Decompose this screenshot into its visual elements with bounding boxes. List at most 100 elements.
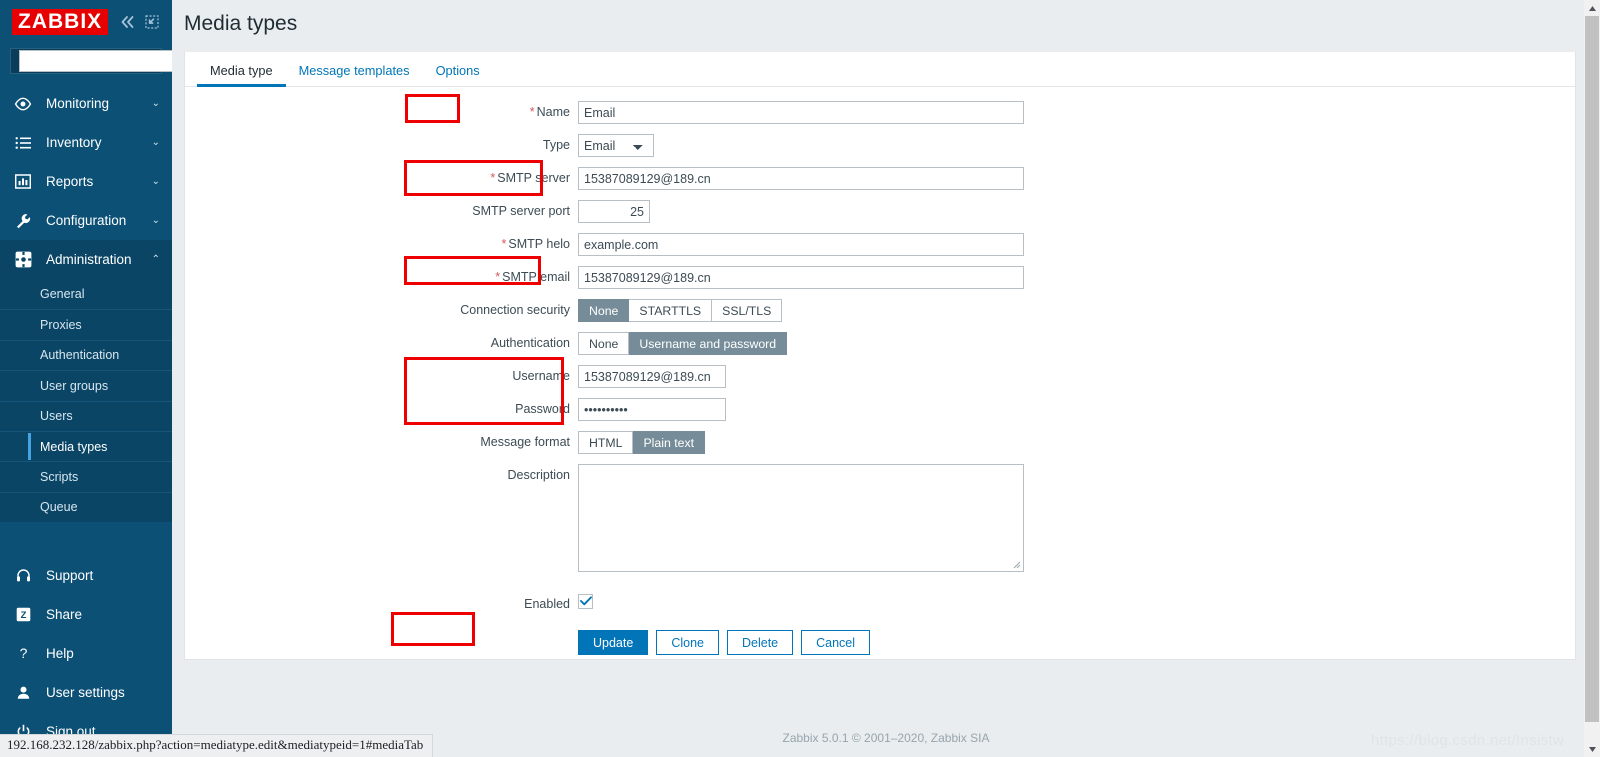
smtp-email-input[interactable] (578, 266, 1024, 289)
sidebar-item-configuration[interactable]: Configuration ⌄ (0, 201, 172, 240)
name-input[interactable] (578, 101, 1024, 124)
sidebar-item-user-groups[interactable]: User groups (0, 370, 172, 400)
required-asterisk: * (501, 237, 507, 251)
control-name (578, 101, 1575, 124)
sidebar: ZABBIX Monitoring ⌄ Inventory ⌄ Reports … (0, 0, 207, 757)
clone-button[interactable]: Clone (656, 630, 719, 655)
tab-options[interactable]: Options (423, 64, 493, 86)
required-asterisk: * (490, 171, 496, 185)
segment-label: STARTTLS (639, 303, 702, 318)
sidebar-item-label: Inventory (46, 135, 102, 150)
sidebar-item-users[interactable]: Users (0, 400, 172, 431)
form-row-smtp-helo: * SMTP helo (185, 233, 1575, 256)
label-type: Type (185, 134, 578, 153)
connection-security-option-none[interactable]: None (578, 299, 630, 322)
sidebar-subitem-label: User groups (40, 378, 109, 393)
smtp-helo-input[interactable] (578, 233, 1024, 256)
search-box[interactable] (10, 48, 207, 74)
sidebar-item-label: Share (46, 607, 83, 622)
label-text: SMTP email (502, 270, 570, 284)
zabbix-logo: ZABBIX (12, 9, 109, 35)
sidebar-item-share[interactable]: Z Share (0, 595, 172, 634)
password-input[interactable] (578, 398, 726, 421)
label-smtp-server: * SMTP server (185, 167, 578, 186)
sidebar-item-queue[interactable]: Queue (0, 491, 172, 522)
sidebar-item-proxies[interactable]: Proxies (0, 309, 172, 339)
tab-message-templates[interactable]: Message templates (286, 64, 423, 86)
label-enabled: Enabled (185, 593, 578, 612)
form-row-actions: Update Clone Delete Cancel (185, 628, 1575, 655)
collapse-panel-icon[interactable] (145, 15, 159, 29)
cancel-button[interactable]: Cancel (801, 630, 871, 655)
smtp-server-input[interactable] (578, 167, 1024, 190)
label-text: SMTP helo (508, 237, 570, 251)
sidebar-item-reports[interactable]: Reports ⌄ (0, 162, 172, 201)
description-textarea[interactable] (578, 464, 1024, 572)
label-text: Password (515, 402, 570, 416)
label-smtp-server-port: SMTP server port (185, 200, 578, 219)
svg-text:?: ? (19, 646, 27, 661)
form-row-username: Username (185, 365, 1575, 388)
sidebar-item-scripts[interactable]: Scripts (0, 461, 172, 491)
search-input[interactable] (19, 50, 192, 72)
label-text: Connection security (460, 303, 570, 317)
control-description (578, 464, 1575, 577)
form-row-smtp-server-port: SMTP server port (185, 200, 1575, 223)
sidebar-item-general[interactable]: General (0, 279, 172, 309)
enabled-checkbox[interactable] (578, 593, 593, 609)
connection-security-option-starttls[interactable]: STARTTLS (629, 299, 713, 322)
delete-button[interactable]: Delete (726, 630, 794, 655)
control-smtp-email (578, 266, 1575, 289)
sidebar-item-inventory[interactable]: Inventory ⌄ (0, 123, 172, 162)
message-format-option-html[interactable]: HTML (578, 431, 634, 454)
label-message-format: Message format (185, 431, 578, 450)
label-text: Message format (480, 435, 570, 449)
status-bar-url: 192.168.232.128/zabbix.php?action=mediat… (0, 734, 434, 757)
sidebar-subitem-label: General (40, 287, 85, 302)
sidebar-item-help[interactable]: ? Help (0, 634, 172, 673)
sidebar-item-support[interactable]: Support (0, 556, 172, 595)
message-format-option-plain-text[interactable]: Plain text (633, 431, 706, 454)
segment-label: HTML (589, 435, 623, 450)
sidebar-search-wrapper (0, 44, 207, 84)
sidebar-item-media-types[interactable]: Media types (0, 430, 172, 461)
smtp-server-port-input[interactable] (578, 200, 650, 223)
list-icon (14, 136, 32, 150)
tab-media-type[interactable]: Media type (197, 64, 286, 87)
form-row-connection-security: Connection security None STARTTLS SSL/TL… (185, 299, 1575, 322)
label-text: Authentication (490, 336, 570, 350)
sidebar-item-administration[interactable]: Administration ⌃ (0, 240, 172, 279)
control-smtp-server (578, 167, 1575, 190)
label-text: SMTP server port (472, 204, 570, 218)
scroll-up-arrow-icon[interactable] (1584, 0, 1600, 16)
form-row-password: Password (185, 398, 1575, 421)
username-input[interactable] (578, 365, 726, 388)
scroll-down-arrow-icon[interactable] (1584, 741, 1600, 757)
button-label: Clone (671, 635, 704, 650)
sidebar-item-label: Reports (46, 174, 94, 189)
type-select[interactable]: Email (578, 134, 654, 157)
connection-security-option-ssl-tls[interactable]: SSL/TLS (712, 299, 783, 322)
sidebar-item-monitoring[interactable]: Monitoring ⌄ (0, 84, 172, 123)
sidebar-item-authentication[interactable]: Authentication (0, 339, 172, 370)
chevron-down-icon: ⌄ (151, 175, 160, 187)
gear-icon (14, 251, 32, 268)
authentication-option-none[interactable]: None (578, 332, 630, 355)
vertical-scrollbar[interactable] (1584, 0, 1600, 757)
button-label: Delete (741, 635, 779, 650)
label-text: Name (536, 105, 570, 119)
chevron-down-icon: ⌄ (151, 136, 160, 148)
sidebar-item-user-settings[interactable]: User settings (0, 673, 172, 712)
chevron-double-left-icon[interactable] (120, 15, 136, 29)
button-label: Cancel (816, 635, 856, 650)
form-row-smtp-server: * SMTP server (185, 167, 1575, 190)
page-title: Media types (184, 12, 298, 35)
update-button[interactable]: Update (578, 630, 649, 655)
message-format-radio-group: HTML Plain text (578, 431, 706, 454)
authentication-option-username-and-password[interactable]: Username and password (629, 332, 788, 355)
scrollbar-thumb[interactable] (1585, 16, 1599, 722)
form-row-authentication: Authentication None Username and passwor… (185, 332, 1575, 355)
control-type: Email (578, 134, 1575, 157)
sidebar-header-icons (120, 15, 159, 29)
sidebar-nav: Monitoring ⌄ Inventory ⌄ Reports ⌄ Confi… (0, 84, 172, 556)
